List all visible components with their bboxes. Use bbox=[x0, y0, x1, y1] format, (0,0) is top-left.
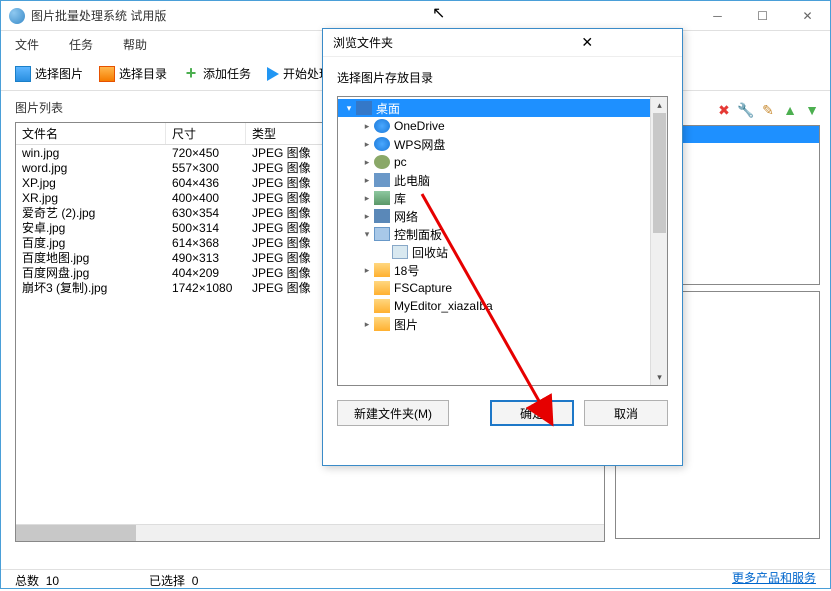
menu-task[interactable]: 任务 bbox=[63, 34, 99, 55]
tree-item[interactable]: ▸图片 bbox=[338, 315, 667, 333]
folder-tree[interactable]: ▾桌面▸OneDrive▸WPS网盘▸pc▸此电脑▸库▸网络▾控制面板回收站▸1… bbox=[337, 96, 668, 386]
col-size[interactable]: 尺寸 bbox=[166, 123, 246, 144]
dialog-title: 浏览文件夹 bbox=[333, 34, 503, 51]
image-icon bbox=[15, 66, 31, 82]
down-icon[interactable]: ▼ bbox=[804, 102, 820, 118]
up-icon[interactable]: ▲ bbox=[782, 102, 798, 118]
hscrollbar[interactable] bbox=[16, 524, 604, 541]
tree-item[interactable]: ▸WPS网盘 bbox=[338, 135, 667, 153]
more-products-link[interactable]: 更多产品和服务 bbox=[732, 569, 816, 586]
titlebar: 图片批量处理系统 试用版 ─ ☐ ✕ bbox=[1, 1, 830, 31]
menu-file[interactable]: 文件 bbox=[9, 34, 45, 55]
browse-folder-dialog: 浏览文件夹 ✕ 选择图片存放目录 ▾桌面▸OneDrive▸WPS网盘▸pc▸此… bbox=[322, 28, 683, 466]
add-task-button[interactable]: + 添加任务 bbox=[177, 62, 257, 85]
select-image-button[interactable]: 选择图片 bbox=[9, 62, 89, 85]
tree-item[interactable]: ▸此电脑 bbox=[338, 171, 667, 189]
app-icon bbox=[9, 8, 25, 24]
ti-folder bbox=[374, 281, 390, 295]
ti-panel bbox=[374, 227, 390, 241]
dialog-titlebar: 浏览文件夹 ✕ bbox=[323, 29, 682, 57]
play-icon bbox=[267, 67, 279, 81]
tree-item[interactable]: ▸网络 bbox=[338, 207, 667, 225]
tree-item[interactable]: MyEditor_xiazaIba bbox=[338, 297, 667, 315]
new-folder-button[interactable]: 新建文件夹(M) bbox=[337, 400, 449, 426]
delete-icon[interactable]: ✖ bbox=[716, 102, 732, 118]
ti-net bbox=[374, 209, 390, 223]
tree-item[interactable]: ▸18号 bbox=[338, 261, 667, 279]
ti-user bbox=[374, 155, 390, 169]
ti-desktop bbox=[356, 101, 372, 115]
ti-recycle bbox=[392, 245, 408, 259]
select-folder-button[interactable]: 选择目录 bbox=[93, 62, 173, 85]
ti-wps bbox=[374, 137, 390, 151]
tree-item[interactable]: ▾桌面 bbox=[338, 99, 667, 117]
ti-folder bbox=[374, 263, 390, 277]
folder-icon bbox=[99, 66, 115, 82]
tree-scrollbar[interactable]: ▴ ▾ bbox=[650, 97, 667, 385]
ti-pc bbox=[374, 173, 390, 187]
ti-folder bbox=[374, 317, 390, 331]
ti-lib bbox=[374, 191, 390, 205]
col-name[interactable]: 文件名 bbox=[16, 123, 166, 144]
tree-item[interactable]: 回收站 bbox=[338, 243, 667, 261]
minimize-button[interactable]: ─ bbox=[695, 1, 740, 31]
ti-cloud bbox=[374, 119, 390, 133]
plus-icon: + bbox=[183, 66, 199, 82]
tree-item[interactable]: ▸pc bbox=[338, 153, 667, 171]
statusbar: 总数 10 已选择 0 bbox=[1, 569, 830, 591]
tree-item[interactable]: ▸库 bbox=[338, 189, 667, 207]
window-title: 图片批量处理系统 试用版 bbox=[31, 7, 695, 24]
ok-button[interactable]: 确定 bbox=[490, 400, 574, 426]
dialog-prompt: 选择图片存放目录 bbox=[337, 69, 668, 86]
menu-help[interactable]: 帮助 bbox=[117, 34, 153, 55]
tree-item[interactable]: ▾控制面板 bbox=[338, 225, 667, 243]
wand-icon[interactable]: ✎ bbox=[760, 102, 776, 118]
tree-item[interactable]: ▸OneDrive bbox=[338, 117, 667, 135]
tree-item[interactable]: FSCapture bbox=[338, 279, 667, 297]
maximize-button[interactable]: ☐ bbox=[740, 1, 785, 31]
status-total: 总数 10 bbox=[15, 572, 59, 589]
wrench-icon[interactable]: 🔧 bbox=[738, 102, 754, 118]
cancel-button[interactable]: 取消 bbox=[584, 400, 668, 426]
dialog-close-button[interactable]: ✕ bbox=[503, 34, 673, 51]
status-selected: 已选择 0 bbox=[149, 572, 198, 589]
close-button[interactable]: ✕ bbox=[785, 1, 830, 31]
ti-folder bbox=[374, 299, 390, 313]
